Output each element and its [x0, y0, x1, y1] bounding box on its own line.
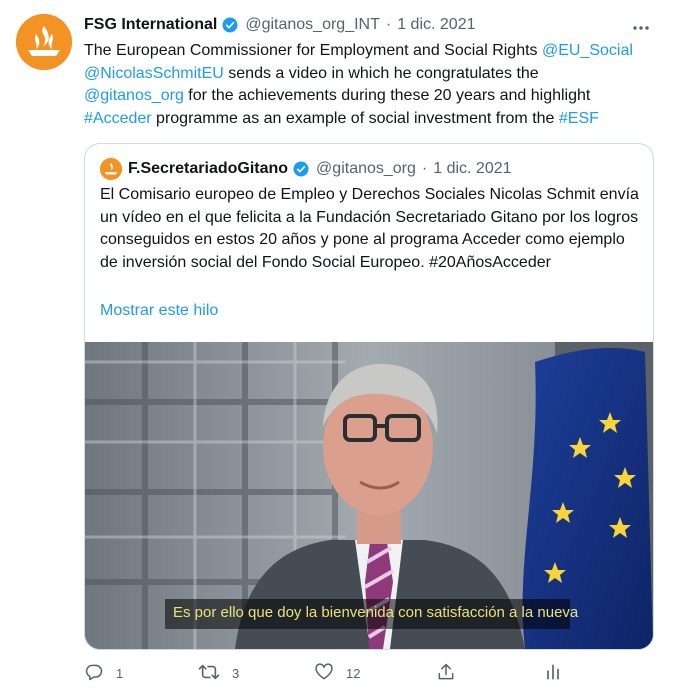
quoted-tweet-text: El Comisario europeo de Empleo y Derecho…	[100, 186, 639, 271]
quoted-tweet[interactable]: F.SecretariadoGitano @gitanos_org · 1 di…	[84, 143, 654, 650]
video-player[interactable]: Es por ello que doy la bienvenida con sa…	[85, 342, 653, 649]
tweet-action-bar: 1 3 12	[84, 662, 644, 688]
tweet-text-part: sends a video in which he congratulates …	[223, 64, 539, 82]
heart-icon	[314, 662, 334, 685]
verified-badge-icon	[292, 160, 310, 178]
verified-badge-icon	[221, 16, 239, 34]
tweet-date[interactable]: 1 dic. 2021	[397, 16, 475, 34]
retweet-count: 3	[232, 666, 240, 681]
author-name[interactable]: FSG International	[84, 16, 217, 34]
author-avatar[interactable]	[16, 14, 72, 70]
retweet-icon	[198, 662, 220, 685]
share-icon	[436, 662, 456, 685]
author-handle[interactable]: @gitanos_org_INT	[245, 16, 380, 34]
dot-separator: ·	[385, 16, 392, 33]
quoted-author-name: F.SecretariadoGitano	[128, 160, 289, 177]
dot-separator: ·	[421, 160, 428, 177]
mention-gitanos-org[interactable]: @gitanos_org	[84, 87, 184, 104]
quoted-author-avatar	[100, 158, 122, 180]
quoted-tweet-date: 1 dic. 2021	[433, 160, 512, 177]
analytics-icon	[543, 662, 563, 685]
tweet-text: The European Commissioner for Employment…	[84, 40, 654, 130]
reply-count: 1	[116, 666, 124, 681]
quoted-tweet-header: F.SecretariadoGitano @gitanos_org · 1 di…	[100, 158, 512, 180]
tweet-text-part: for the achievements during these 20 yea…	[183, 87, 591, 104]
retweet-button[interactable]: 3	[198, 662, 239, 685]
mention-eu-social[interactable]: @EU_Social	[542, 42, 633, 59]
tweet-text-part: programme as an example of social invest…	[151, 109, 559, 127]
tweet-text-part: The European Commissioner for Employment…	[84, 42, 542, 59]
hashtag-acceder[interactable]: #Acceder	[84, 110, 152, 127]
like-button[interactable]: 12	[314, 662, 360, 685]
hashtag-esf[interactable]: #ESF	[559, 110, 599, 127]
mention-nicolas-schmit[interactable]: @NicolasSchmitEU	[84, 65, 224, 82]
reply-icon	[84, 662, 104, 685]
quoted-author-handle: @gitanos_org	[316, 160, 416, 177]
reply-button[interactable]: 1	[84, 662, 123, 685]
analytics-button[interactable]	[543, 662, 563, 685]
share-button[interactable]	[436, 662, 456, 685]
video-caption: Es por ello que doy la bienvenida con sa…	[173, 604, 579, 621]
tweet-header: FSG International @gitanos_org_INT · 1 d…	[84, 14, 475, 36]
show-thread-link[interactable]: Mostrar este hilo	[100, 302, 218, 320]
like-count: 12	[346, 666, 361, 681]
